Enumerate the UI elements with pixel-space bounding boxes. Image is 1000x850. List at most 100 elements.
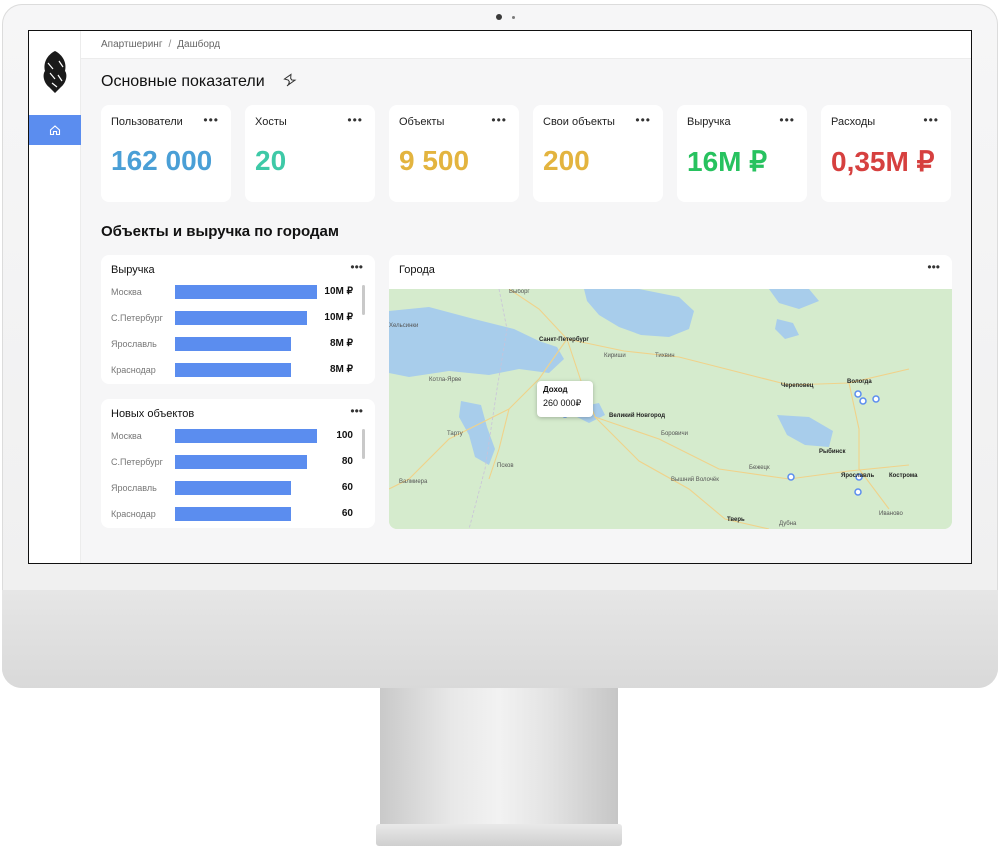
breadcrumb-root[interactable]: Апартшеринг bbox=[101, 39, 162, 50]
bar-value-label: 100 bbox=[336, 430, 353, 441]
breadcrumb: Апартшеринг / Дашборд bbox=[81, 31, 971, 59]
bar-row: Москва 100 bbox=[111, 425, 353, 451]
map-city-label: Котла-Ярве bbox=[429, 377, 462, 383]
map-tooltip: Доход 260 000₽ bbox=[537, 381, 593, 417]
bar-value-label: 8M ₽ bbox=[329, 364, 353, 375]
bar-value-label: 10M ₽ bbox=[324, 312, 353, 323]
kpi-value: 16M ₽ bbox=[687, 146, 768, 177]
map-city-label: Бежецк bbox=[749, 465, 770, 471]
tooltip-value: 260 000₽ bbox=[543, 398, 582, 408]
map-city-label: Череповец bbox=[781, 383, 814, 389]
new-objects-panel: Новых объектов ••• Москва 100 С.Петербург 8… bbox=[101, 399, 375, 528]
kpi-label: Пользователи bbox=[111, 116, 183, 128]
kpi-card-users: Пользователи ••• 162 000 bbox=[101, 105, 231, 202]
bar-value-label: 80 bbox=[341, 456, 353, 467]
bar bbox=[175, 311, 307, 325]
more-options-icon[interactable]: ••• bbox=[635, 113, 651, 127]
bar-row: Краснодар 60 bbox=[111, 503, 353, 529]
map-city-label: Ярославль bbox=[841, 473, 875, 479]
bar bbox=[175, 285, 317, 299]
revenue-bar-list: Москва 10M ₽ С.Петербург 10M ₽ Ярославль 8M ₽… bbox=[111, 281, 353, 385]
bar-city-label: Ярославль bbox=[111, 483, 157, 493]
kpi-value: 20 bbox=[255, 145, 287, 176]
bar bbox=[175, 507, 291, 521]
sidebar bbox=[29, 31, 81, 563]
lion-logo-icon bbox=[43, 51, 67, 93]
more-options-icon[interactable]: ••• bbox=[347, 113, 363, 127]
home-icon bbox=[49, 125, 61, 136]
cities-map[interactable]: Выборг Хельсинки Санкт-Петербург Кириши Тихв… bbox=[389, 289, 952, 529]
bar bbox=[175, 455, 307, 469]
kpi-label: Выручка bbox=[687, 116, 731, 128]
screen: Апартшеринг / Дашборд Основные показател… bbox=[28, 30, 972, 564]
bar-value-label: 60 bbox=[341, 482, 353, 493]
more-options-icon[interactable]: ••• bbox=[203, 113, 219, 127]
more-options-icon[interactable]: ••• bbox=[927, 260, 940, 274]
kpi-card-hosts: Хосты ••• 20 bbox=[245, 105, 375, 202]
bar-row: Краснодар 8M ₽ bbox=[111, 359, 353, 385]
more-options-icon[interactable]: ••• bbox=[491, 113, 507, 127]
more-options-icon[interactable]: ••• bbox=[779, 113, 795, 127]
revenue-panel: Выручка ••• Москва 10M ₽ С.Петербург 10M ₽ Я… bbox=[101, 255, 375, 384]
map-city-label: Вышний Волочёк bbox=[671, 477, 719, 483]
map-city-label: Кострома bbox=[889, 473, 918, 479]
breadcrumb-separator: / bbox=[168, 39, 172, 50]
pin-icon[interactable] bbox=[283, 73, 297, 87]
more-options-icon[interactable]: ••• bbox=[350, 260, 363, 274]
scrollbar[interactable] bbox=[362, 429, 365, 459]
kpi-value: 162 000 bbox=[111, 145, 213, 176]
bar bbox=[175, 337, 291, 351]
bar-row: Ярославль 8M ₽ bbox=[111, 333, 353, 359]
kpi-card-expenses: Расходы ••• 0,35M ₽ bbox=[821, 105, 951, 202]
section-title-by-city: Объекты и выручка по городам bbox=[101, 223, 339, 240]
map-city-label: Тихвин bbox=[655, 353, 675, 359]
bar-city-label: Краснодар bbox=[111, 509, 156, 519]
bar bbox=[175, 363, 291, 377]
tooltip-label: Доход bbox=[543, 385, 568, 394]
kpi-label: Хосты bbox=[255, 116, 287, 128]
bar-city-label: Москва bbox=[111, 431, 142, 441]
kpi-card-own-objects: Свои объекты ••• 200 bbox=[533, 105, 663, 202]
cities-map-panel: Города ••• Выборг Хельсинки Санкт-Петерб… bbox=[389, 255, 952, 529]
map-city-label: Великий Новгород bbox=[609, 413, 666, 419]
map-city-label: Тверь bbox=[727, 517, 745, 523]
monitor-stand bbox=[380, 688, 618, 826]
breadcrumb-current: Дашборд bbox=[177, 39, 221, 50]
kpi-card-objects: Объекты ••• 9 500 bbox=[389, 105, 519, 202]
map-canvas bbox=[389, 289, 952, 529]
scrollbar[interactable] bbox=[362, 285, 365, 315]
kpi-card-revenue: Выручка ••• 16M ₽ bbox=[677, 105, 807, 202]
bar-value-label: 60 bbox=[341, 508, 353, 519]
map-city-label: Боровичи bbox=[661, 431, 688, 437]
bar-city-label: С.Петербург bbox=[111, 457, 163, 467]
camera-sensor bbox=[512, 16, 515, 19]
bar-city-label: С.Петербург bbox=[111, 313, 163, 323]
map-city-label: Кириши bbox=[604, 353, 626, 359]
kpi-value: 9 500 bbox=[399, 145, 470, 176]
new-objects-bar-list: Москва 100 С.Петербург 80 Ярославль 60 Краснод… bbox=[111, 425, 353, 529]
map-city-label: Хельсинки bbox=[389, 323, 419, 329]
bar-city-label: Ярославль bbox=[111, 339, 157, 349]
monitor-foot bbox=[376, 824, 622, 846]
bar-row: С.Петербург 80 bbox=[111, 451, 353, 477]
bar-city-label: Краснодар bbox=[111, 365, 156, 375]
bar bbox=[175, 429, 317, 443]
bar-value-label: 8M ₽ bbox=[329, 338, 353, 349]
map-city-label: Санкт-Петербург bbox=[539, 337, 589, 343]
map-city-label: Псков bbox=[497, 463, 514, 469]
map-city-label: Тарту bbox=[447, 431, 463, 437]
sidebar-item-home[interactable] bbox=[29, 115, 81, 145]
map-city-label: Валмиера bbox=[399, 479, 428, 485]
bar bbox=[175, 481, 291, 495]
more-options-icon[interactable]: ••• bbox=[923, 113, 939, 127]
section-title-main-metrics: Основные показатели bbox=[101, 73, 265, 90]
panel-title: Города bbox=[399, 264, 435, 276]
bar-row: С.Петербург 10M ₽ bbox=[111, 307, 353, 333]
map-city-label: Рыбинск bbox=[819, 449, 846, 455]
panel-title: Выручка bbox=[111, 264, 155, 276]
bar-value-label: 10M ₽ bbox=[324, 286, 353, 297]
kpi-label: Свои объекты bbox=[543, 116, 615, 128]
more-options-icon[interactable]: ••• bbox=[350, 404, 363, 418]
panel-title: Новых объектов bbox=[111, 408, 195, 420]
kpi-value: 0,35M ₽ bbox=[831, 146, 935, 177]
